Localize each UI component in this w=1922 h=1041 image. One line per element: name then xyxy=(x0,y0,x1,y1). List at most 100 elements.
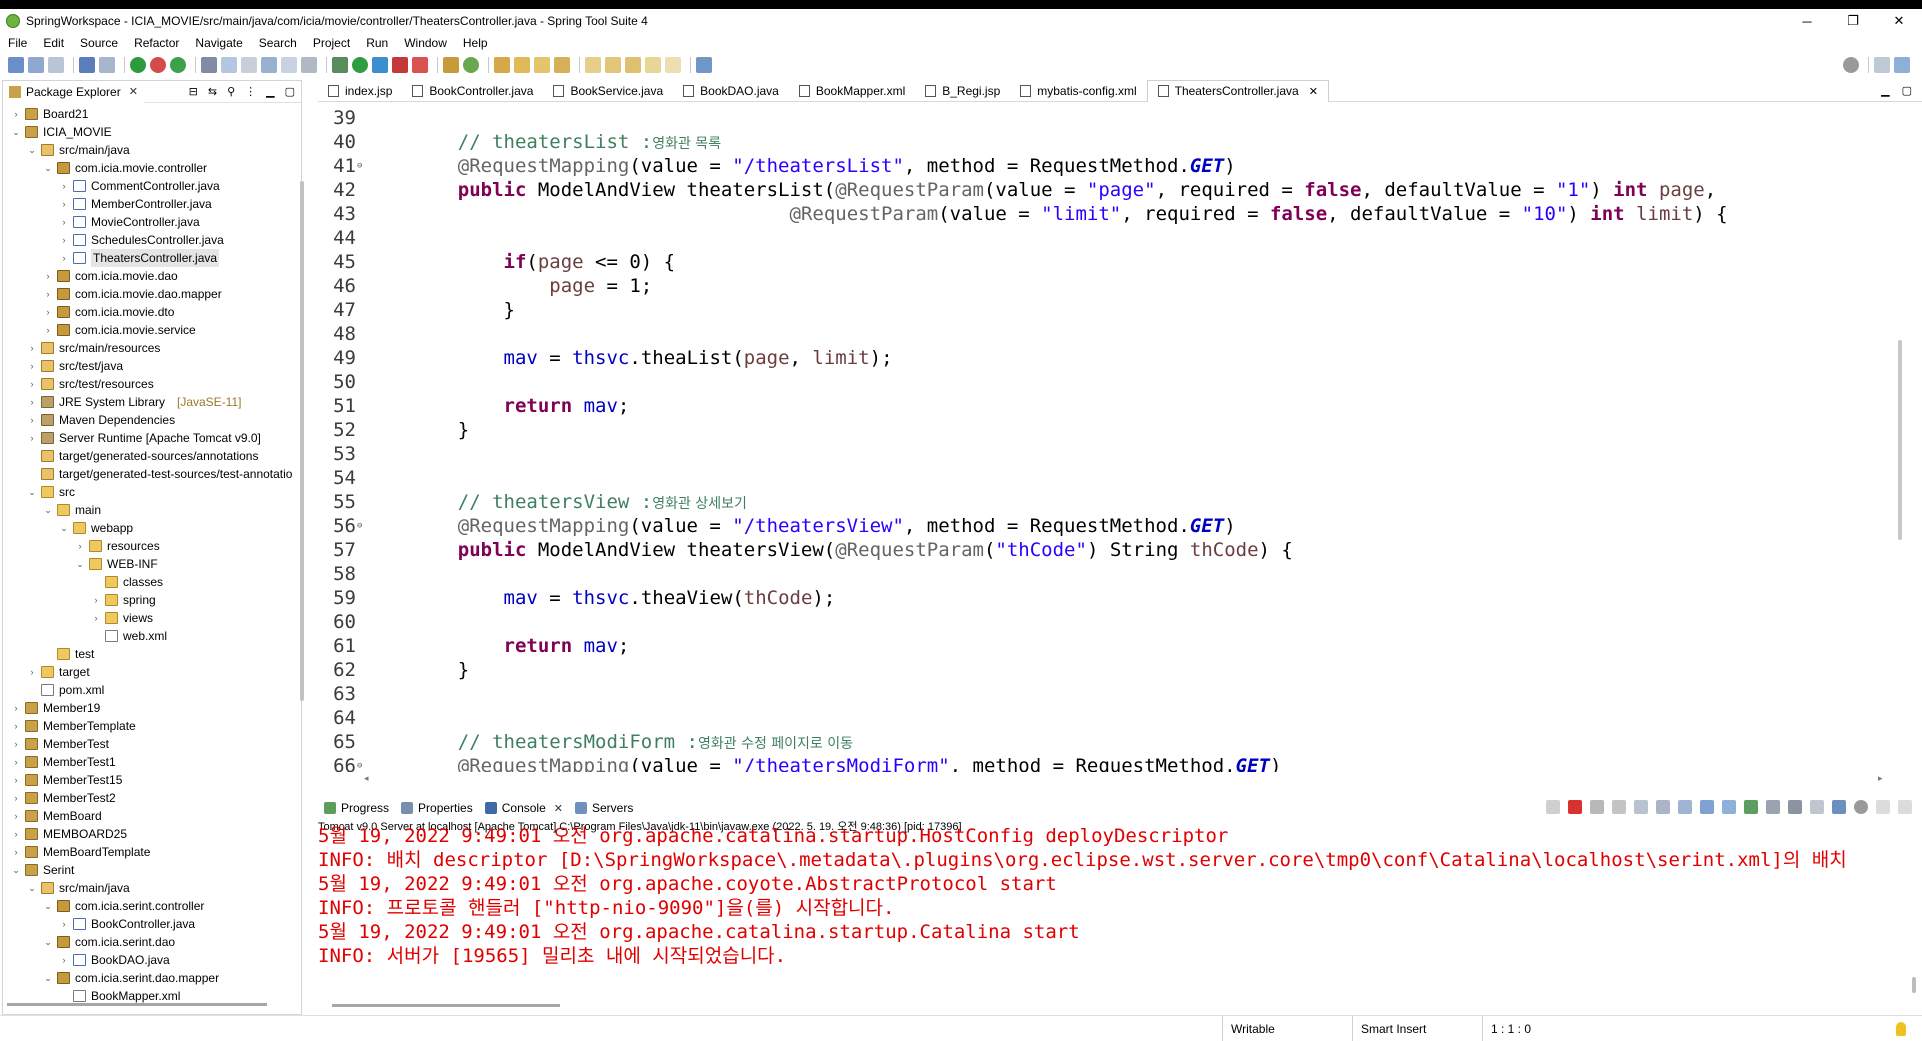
tree-item[interactable]: › com.icia.movie.dao.mapper xyxy=(3,285,301,303)
save-all-icon[interactable] xyxy=(48,57,64,73)
chevron-down-icon[interactable]: ⌄ xyxy=(43,159,53,177)
menu-window[interactable]: Window xyxy=(396,36,455,50)
chevron-right-icon[interactable]: › xyxy=(27,339,37,357)
chevron-down-icon[interactable]: ⌄ xyxy=(43,969,53,987)
fold-icon[interactable]: ⊖ xyxy=(357,154,362,178)
chevron-right-icon[interactable]: › xyxy=(11,753,21,771)
chevron-right-icon[interactable]: › xyxy=(11,843,21,861)
fold-icon[interactable]: ⊖ xyxy=(357,754,362,772)
editor-tab[interactable]: TheatersController.java ✕ xyxy=(1146,79,1329,102)
chevron-right-icon[interactable]: › xyxy=(91,591,101,609)
close-icon[interactable]: ✕ xyxy=(554,802,563,815)
chevron-right-icon[interactable]: › xyxy=(43,303,53,321)
chevron-right-icon[interactable]: › xyxy=(27,357,37,375)
tree-item[interactable]: web.xml xyxy=(3,627,301,645)
new-icon[interactable] xyxy=(8,57,24,73)
code-area[interactable]: 39 40 // theatersList :영화관 목록 41 ⊖ @Request… xyxy=(318,106,1902,772)
block-selection-icon[interactable] xyxy=(241,57,257,73)
console-vertical-scrollbar[interactable] xyxy=(1912,977,1916,993)
chevron-right-icon[interactable]: › xyxy=(27,411,37,429)
tree-item[interactable]: ⌄ com.icia.serint.controller xyxy=(3,897,301,915)
tree-item[interactable]: › MEMBOARD25 xyxy=(3,825,301,843)
java-perspective-icon[interactable] xyxy=(1894,57,1910,73)
lightbulb-icon[interactable] xyxy=(1896,1022,1906,1036)
tree-item[interactable]: › target xyxy=(3,663,301,681)
chevron-right-icon[interactable]: › xyxy=(11,789,21,807)
editor-tab[interactable]: index.jsp xyxy=(318,80,402,102)
tree-item[interactable]: › MemberTest2 xyxy=(3,789,301,807)
chevron-right-icon[interactable]: › xyxy=(43,285,53,303)
minimize-button[interactable]: ─ xyxy=(1784,9,1830,33)
tree-item[interactable]: › resources xyxy=(3,537,301,555)
toggle-mark-icon[interactable] xyxy=(221,57,237,73)
close-button[interactable]: ✕ xyxy=(1876,9,1922,33)
forward-icon[interactable] xyxy=(665,57,681,73)
menu-edit[interactable]: Edit xyxy=(35,36,72,50)
menu-search[interactable]: Search xyxy=(251,36,305,50)
chevron-right-icon[interactable]: › xyxy=(27,429,37,447)
tree-item[interactable]: target/generated-test-sources/test-annot… xyxy=(3,465,301,483)
editor-tab[interactable]: BookService.java xyxy=(543,80,673,102)
tree-item[interactable]: › Maven Dependencies xyxy=(3,411,301,429)
editor-tab[interactable]: BookDAO.java xyxy=(673,80,789,102)
editor-tab[interactable]: B_Regi.jsp xyxy=(915,80,1010,102)
terminal-icon[interactable] xyxy=(79,57,95,73)
chevron-right-icon[interactable]: › xyxy=(59,213,69,231)
tree-item[interactable]: › MovieController.java xyxy=(3,213,301,231)
console-output[interactable]: 5월 19, 2022 9:49:01 오전 org.apache.catali… xyxy=(318,824,1908,974)
tree-item[interactable]: › MemBoard xyxy=(3,807,301,825)
menu-refactor[interactable]: Refactor xyxy=(126,36,187,50)
close-icon[interactable]: ✕ xyxy=(129,85,138,98)
tree-item[interactable]: › src/test/resources xyxy=(3,375,301,393)
tree-item[interactable]: › MemberTest1 xyxy=(3,753,301,771)
remove-all-icon[interactable] xyxy=(1612,800,1626,814)
new-package-icon[interactable] xyxy=(443,57,459,73)
tab-package-explorer[interactable]: Package Explorer ✕ xyxy=(3,80,144,103)
menu-source[interactable]: Source xyxy=(72,36,126,50)
tree-item[interactable]: ⌄ main xyxy=(3,501,301,519)
tree-item[interactable]: ⌄ src/main/java xyxy=(3,141,301,159)
display-console-icon[interactable] xyxy=(1766,800,1780,814)
tree-item[interactable]: › Server Runtime [Apache Tomcat v9.0] xyxy=(3,429,301,447)
chevron-down-icon[interactable]: ⌄ xyxy=(27,879,37,897)
tree-item[interactable]: › MemBoardTemplate xyxy=(3,843,301,861)
chevron-right-icon[interactable]: › xyxy=(59,231,69,249)
pin-console-icon[interactable] xyxy=(1744,800,1758,814)
maximize-view-icon[interactable]: ▢ xyxy=(285,85,295,98)
minimize-view-icon[interactable]: ▁ xyxy=(266,85,274,98)
console-menu-icon[interactable] xyxy=(1810,800,1824,814)
back-icon[interactable] xyxy=(645,57,661,73)
skip-breakpoints-icon[interactable] xyxy=(99,57,115,73)
tree-item[interactable]: › SchedulesController.java xyxy=(3,231,301,249)
tree-item[interactable]: › spring xyxy=(3,591,301,609)
chevron-down-icon[interactable]: ⌄ xyxy=(27,141,37,159)
open-folder-icon[interactable] xyxy=(494,57,510,73)
settings-icon[interactable] xyxy=(1854,800,1868,814)
chevron-right-icon[interactable]: › xyxy=(91,609,101,627)
tree-item[interactable]: test xyxy=(3,645,301,663)
chevron-right-icon[interactable]: › xyxy=(43,321,53,339)
chevron-right-icon[interactable]: › xyxy=(59,249,69,267)
chevron-down-icon[interactable]: ⌄ xyxy=(43,501,53,519)
tree-item[interactable]: › com.icia.movie.dto xyxy=(3,303,301,321)
open-resource-icon[interactable] xyxy=(554,57,570,73)
chevron-right-icon[interactable]: › xyxy=(11,807,21,825)
tree-item[interactable]: › BookController.java xyxy=(3,915,301,933)
tree-item[interactable]: target/generated-sources/annotations xyxy=(3,447,301,465)
chevron-down-icon[interactable]: ⌄ xyxy=(27,483,37,501)
spring-start-icon[interactable] xyxy=(170,57,186,73)
chevron-right-icon[interactable]: › xyxy=(59,195,69,213)
chevron-down-icon[interactable]: ⌄ xyxy=(11,861,21,879)
tree-item[interactable]: pom.xml xyxy=(3,681,301,699)
menu-run[interactable]: Run xyxy=(358,36,396,50)
tree-item[interactable]: ⌄ com.icia.movie.controller xyxy=(3,159,301,177)
terminate-icon[interactable] xyxy=(392,57,408,73)
debug-icon[interactable] xyxy=(332,57,348,73)
tree-item[interactable]: ⌄ src/main/java xyxy=(3,879,301,897)
chevron-down-icon[interactable]: ⌄ xyxy=(43,933,53,951)
tree-item[interactable]: classes xyxy=(3,573,301,591)
chevron-down-icon[interactable]: ⌄ xyxy=(11,123,21,141)
chevron-down-icon[interactable]: ⌄ xyxy=(59,519,69,537)
search-task-icon[interactable] xyxy=(534,57,550,73)
minimize-view-icon[interactable] xyxy=(1876,800,1890,814)
